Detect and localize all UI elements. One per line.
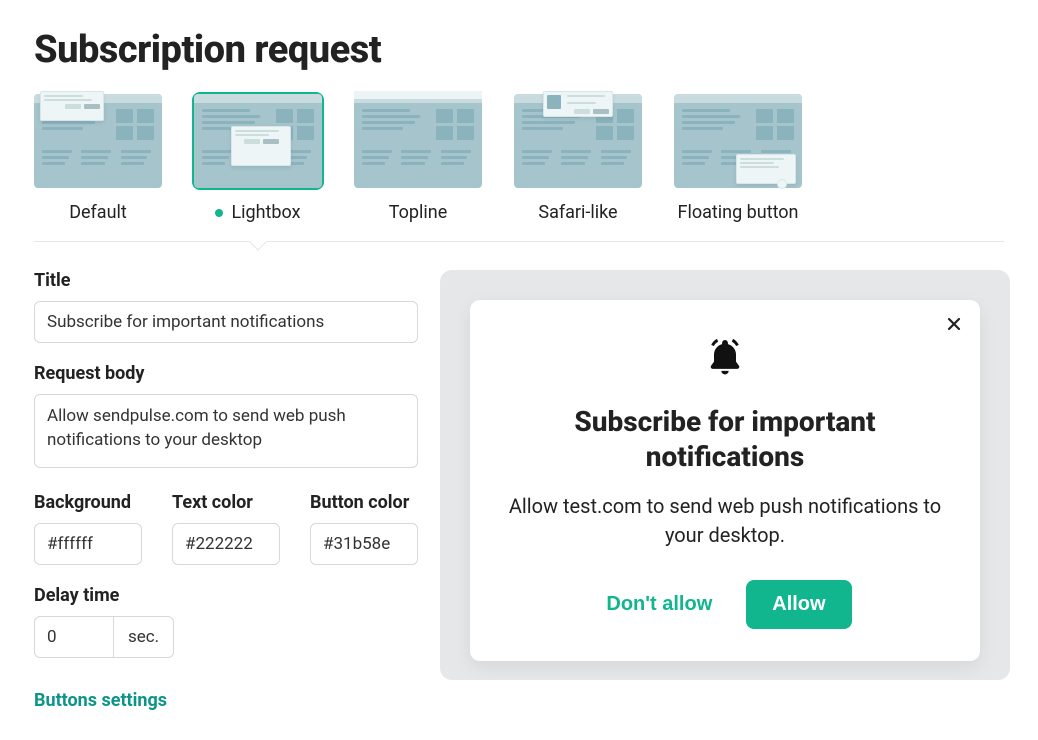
buttons-settings-link[interactable]: Buttons settings <box>34 690 167 711</box>
allow-button[interactable]: Allow <box>746 580 851 629</box>
preview-title: Subscribe for important notifications <box>506 404 944 474</box>
request-body-label: Request body <box>34 363 418 384</box>
preview-panel: Subscribe for important notifications Al… <box>440 270 1010 680</box>
selected-dot-icon <box>215 209 223 217</box>
request-body-input[interactable]: Allow sendpulse.com to send web push not… <box>34 394 418 468</box>
delay-time-input[interactable] <box>34 616 114 658</box>
dont-allow-button[interactable]: Don't allow <box>598 581 720 628</box>
option-label: Safari-like <box>538 202 617 223</box>
background-input[interactable] <box>34 523 142 565</box>
option-label: Floating button <box>678 202 799 223</box>
title-input[interactable] <box>34 301 418 343</box>
title-label: Title <box>34 270 418 291</box>
delay-time-unit: sec. <box>114 616 174 658</box>
page-title: Subscription request <box>34 28 1004 72</box>
button-color-input[interactable] <box>310 523 418 565</box>
option-label: Default <box>69 202 127 223</box>
option-floating-button[interactable]: Floating button <box>674 94 802 241</box>
button-color-label: Button color <box>310 492 418 513</box>
option-lightbox[interactable]: Lightbox <box>194 94 322 241</box>
option-label: Lightbox <box>215 202 300 223</box>
option-default[interactable]: Default <box>34 94 162 241</box>
close-icon[interactable] <box>946 316 962 336</box>
background-label: Background <box>34 492 142 513</box>
delay-time-label: Delay time <box>34 585 418 606</box>
bell-icon <box>703 336 747 384</box>
preview-card: Subscribe for important notifications Al… <box>470 300 980 661</box>
option-topline[interactable]: Topline <box>354 94 482 241</box>
option-label: Topline <box>389 202 447 223</box>
text-color-input[interactable] <box>172 523 280 565</box>
text-color-label: Text color <box>172 492 280 513</box>
option-safari-like[interactable]: Safari-like <box>514 94 642 241</box>
preview-body: Allow test.com to send web push notifica… <box>506 492 944 550</box>
request-type-selector: Default <box>34 94 1004 242</box>
